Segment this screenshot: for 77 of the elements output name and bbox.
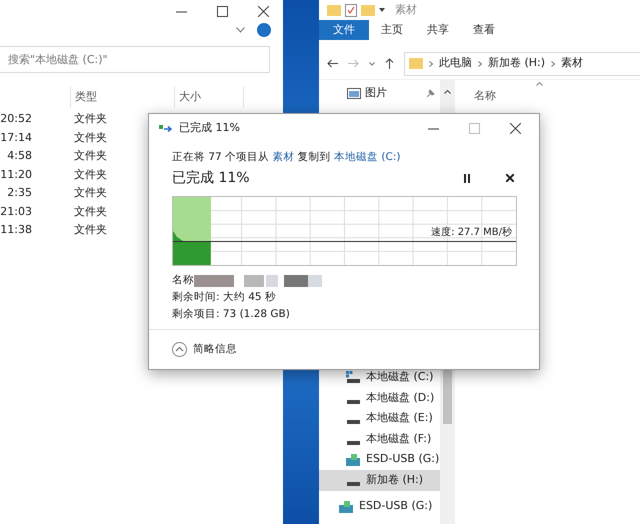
time-remaining: 剩余时间: 大约 45 秒 <box>172 290 277 305</box>
close-icon[interactable] <box>258 6 269 16</box>
usb-drive-icon <box>346 454 360 466</box>
type-cell-text: 文件夹 <box>73 111 107 127</box>
nav-item[interactable]: 本地磁盘 (F:) <box>319 428 440 450</box>
help-icon[interactable] <box>257 23 271 37</box>
nav-item[interactable]: ESD-USB (G:) <box>319 449 440 470</box>
chevron-down-icon[interactable] <box>236 27 245 33</box>
date-cell-text: 17:14 <box>0 130 33 146</box>
chevron-right-icon <box>478 60 482 66</box>
progress-heading: 已完成 11% <box>172 168 250 188</box>
nav-item[interactable]: 新加卷 (H:) <box>319 470 440 491</box>
breadcrumb-item[interactable]: 新加卷 (H:) <box>488 55 546 72</box>
pin-icon[interactable] <box>427 89 435 97</box>
ribbon-tab[interactable]: 共享 <box>415 20 461 40</box>
date-cell-text: 20:52 <box>0 111 33 127</box>
copy-icon <box>159 123 173 133</box>
scroll-up-icon[interactable] <box>444 90 451 94</box>
drive-icon <box>347 482 360 486</box>
type-cell-text: 文件夹 <box>73 185 107 201</box>
fewer-details-button[interactable]: 简略信息 <box>172 342 237 358</box>
column-header[interactable]: 类型 <box>70 86 174 108</box>
type-cell-text: 文件夹 <box>73 204 107 220</box>
cancel-icon[interactable] <box>506 174 514 182</box>
usb-drive-icon <box>339 500 353 513</box>
copy-message: 正在将 77 个项目从 素材 复制到 本地磁盘 (C:) <box>172 150 402 165</box>
type-cell-text: 文件夹 <box>73 222 107 238</box>
nav-item[interactable]: ESD-USB (G:) <box>319 496 456 518</box>
name-label: 名称 <box>172 272 194 288</box>
type-cell-text: 文件夹 <box>73 148 107 164</box>
column-header[interactable]: 名称 <box>474 89 496 102</box>
image-icon <box>347 88 361 98</box>
date-cell-text: 11:20 <box>0 166 33 182</box>
speed-label: 速度: 27.7 MB/秒 <box>431 226 512 240</box>
back-icon[interactable] <box>327 59 338 68</box>
breadcrumb-item[interactable]: 素材 <box>561 55 584 72</box>
destination-link[interactable]: 本地磁盘 (C:) <box>334 151 400 163</box>
nav-item[interactable]: 本地磁盘 (D:) <box>319 388 440 408</box>
date-cell-text: 4:58 <box>6 148 33 164</box>
ribbon-tab[interactable]: 文件 <box>319 20 369 40</box>
column-header[interactable]: 大小 <box>174 86 244 108</box>
type-cell-text: 文件夹 <box>73 166 107 182</box>
window-title: 素材 <box>395 2 417 18</box>
up-icon[interactable] <box>385 58 394 69</box>
breadcrumb-item[interactable]: 此电脑 <box>439 55 472 72</box>
date-cell-text: 11:38 <box>0 222 33 238</box>
nav-item[interactable]: 图片 <box>347 84 387 102</box>
chevron-right-icon <box>429 60 433 66</box>
speed-area-drawing <box>173 230 211 265</box>
dialog-title: 已完成 11% <box>179 120 240 136</box>
drive-icon <box>347 400 360 404</box>
folder-icon <box>409 58 423 69</box>
chevron-down-icon[interactable] <box>369 62 375 66</box>
collapse-icon <box>172 342 187 357</box>
type-cell-text: 文件夹 <box>73 130 107 146</box>
maximize-icon[interactable] <box>217 6 228 16</box>
nav-item[interactable]: 本地磁盘 (E:) <box>319 408 440 429</box>
nav-item[interactable]: 本地磁盘 (C:) <box>319 367 440 388</box>
sort-caret-icon <box>536 82 543 86</box>
dropdown-icon[interactable] <box>379 8 385 12</box>
pause-icon[interactable] <box>464 174 470 183</box>
date-cell-text: 2:35 <box>6 185 33 201</box>
drive-icon <box>347 441 360 446</box>
items-remaining: 剩余项目: 73 (1.28 GB) <box>172 306 291 322</box>
properties-icon[interactable] <box>345 4 357 16</box>
drive-icon <box>346 371 360 384</box>
folder-icon <box>361 4 375 16</box>
source-link[interactable]: 素材 <box>272 151 294 163</box>
drive-icon <box>347 420 360 424</box>
close-icon[interactable] <box>510 122 521 134</box>
search-field[interactable]: 搜索"本地磁盘 (C:)" <box>0 46 270 73</box>
chevron-right-icon <box>551 60 556 66</box>
ribbon-tab[interactable]: 主页 <box>369 20 415 40</box>
date-cell-text: 21:03 <box>0 204 33 220</box>
address-bar[interactable]: 此电脑 新加卷 (H:) 素材 <box>404 52 640 76</box>
folder-icon <box>327 4 341 16</box>
ribbon-tab[interactable]: 查看 <box>461 20 507 40</box>
